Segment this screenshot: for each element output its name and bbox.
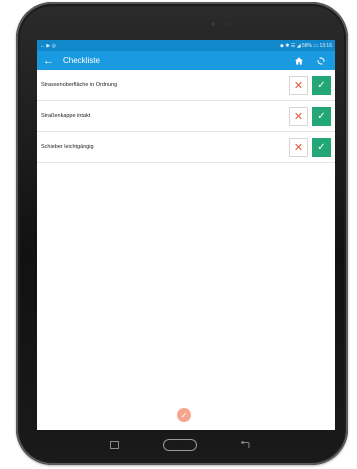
home-icon[interactable] (291, 56, 307, 65)
back-key-icon[interactable] (240, 436, 250, 454)
page-title: Checkliste (63, 56, 100, 65)
close-icon: ✕ (293, 110, 304, 123)
screen: ↔ ▶ ◎ ◆ ✱ ☰ ◢ 58% ▭ 13:16 ← Checkliste S… (37, 40, 335, 430)
close-icon: ✕ (293, 79, 304, 92)
checklist-item-label: Straßenkappe intakt (41, 113, 91, 119)
sync-icon[interactable] (313, 56, 329, 65)
check-icon: ✓ (317, 79, 326, 91)
checklist-item-label: Strassenoberfläche in Ordnung (41, 82, 118, 88)
accept-button[interactable]: ✓ (312, 106, 331, 126)
check-icon: ✓ (180, 410, 188, 420)
device-nav-bar (110, 436, 250, 454)
accept-button[interactable]: ✓ (312, 137, 331, 157)
checklist-item: Straßenkappe intakt ✕ ✓ (37, 101, 335, 132)
close-icon: ✕ (293, 141, 304, 154)
checklist-item: Strassenoberfläche in Ordnung ✕ ✓ (37, 70, 335, 101)
home-key[interactable] (162, 439, 197, 451)
submit-button[interactable]: ✓ (177, 408, 191, 422)
reject-button[interactable]: ✕ (289, 106, 308, 126)
checklist-item: Schieber leichtgängig ✕ ✓ (37, 132, 335, 163)
app-bar: ← Checkliste (37, 51, 335, 70)
reject-button[interactable]: ✕ (289, 137, 308, 157)
checklist-item-label: Schieber leichtgängig (41, 144, 94, 150)
check-icon: ✓ (317, 141, 326, 153)
reject-button[interactable]: ✕ (289, 75, 308, 95)
status-bar: ↔ ▶ ◎ ◆ ✱ ☰ ◢ 58% ▭ 13:16 (37, 40, 335, 51)
status-right-info: ◆ ✱ ☰ ◢ 58% ▭ 13:16 (280, 42, 332, 49)
accept-button[interactable]: ✓ (312, 75, 331, 95)
check-icon: ✓ (317, 110, 326, 122)
recent-apps-icon[interactable] (110, 436, 119, 454)
sensor-icon (225, 22, 229, 26)
back-arrow-icon[interactable]: ← (43, 55, 57, 67)
status-left-icons: ↔ ▶ ◎ (40, 42, 56, 49)
camera-icon (211, 22, 215, 26)
